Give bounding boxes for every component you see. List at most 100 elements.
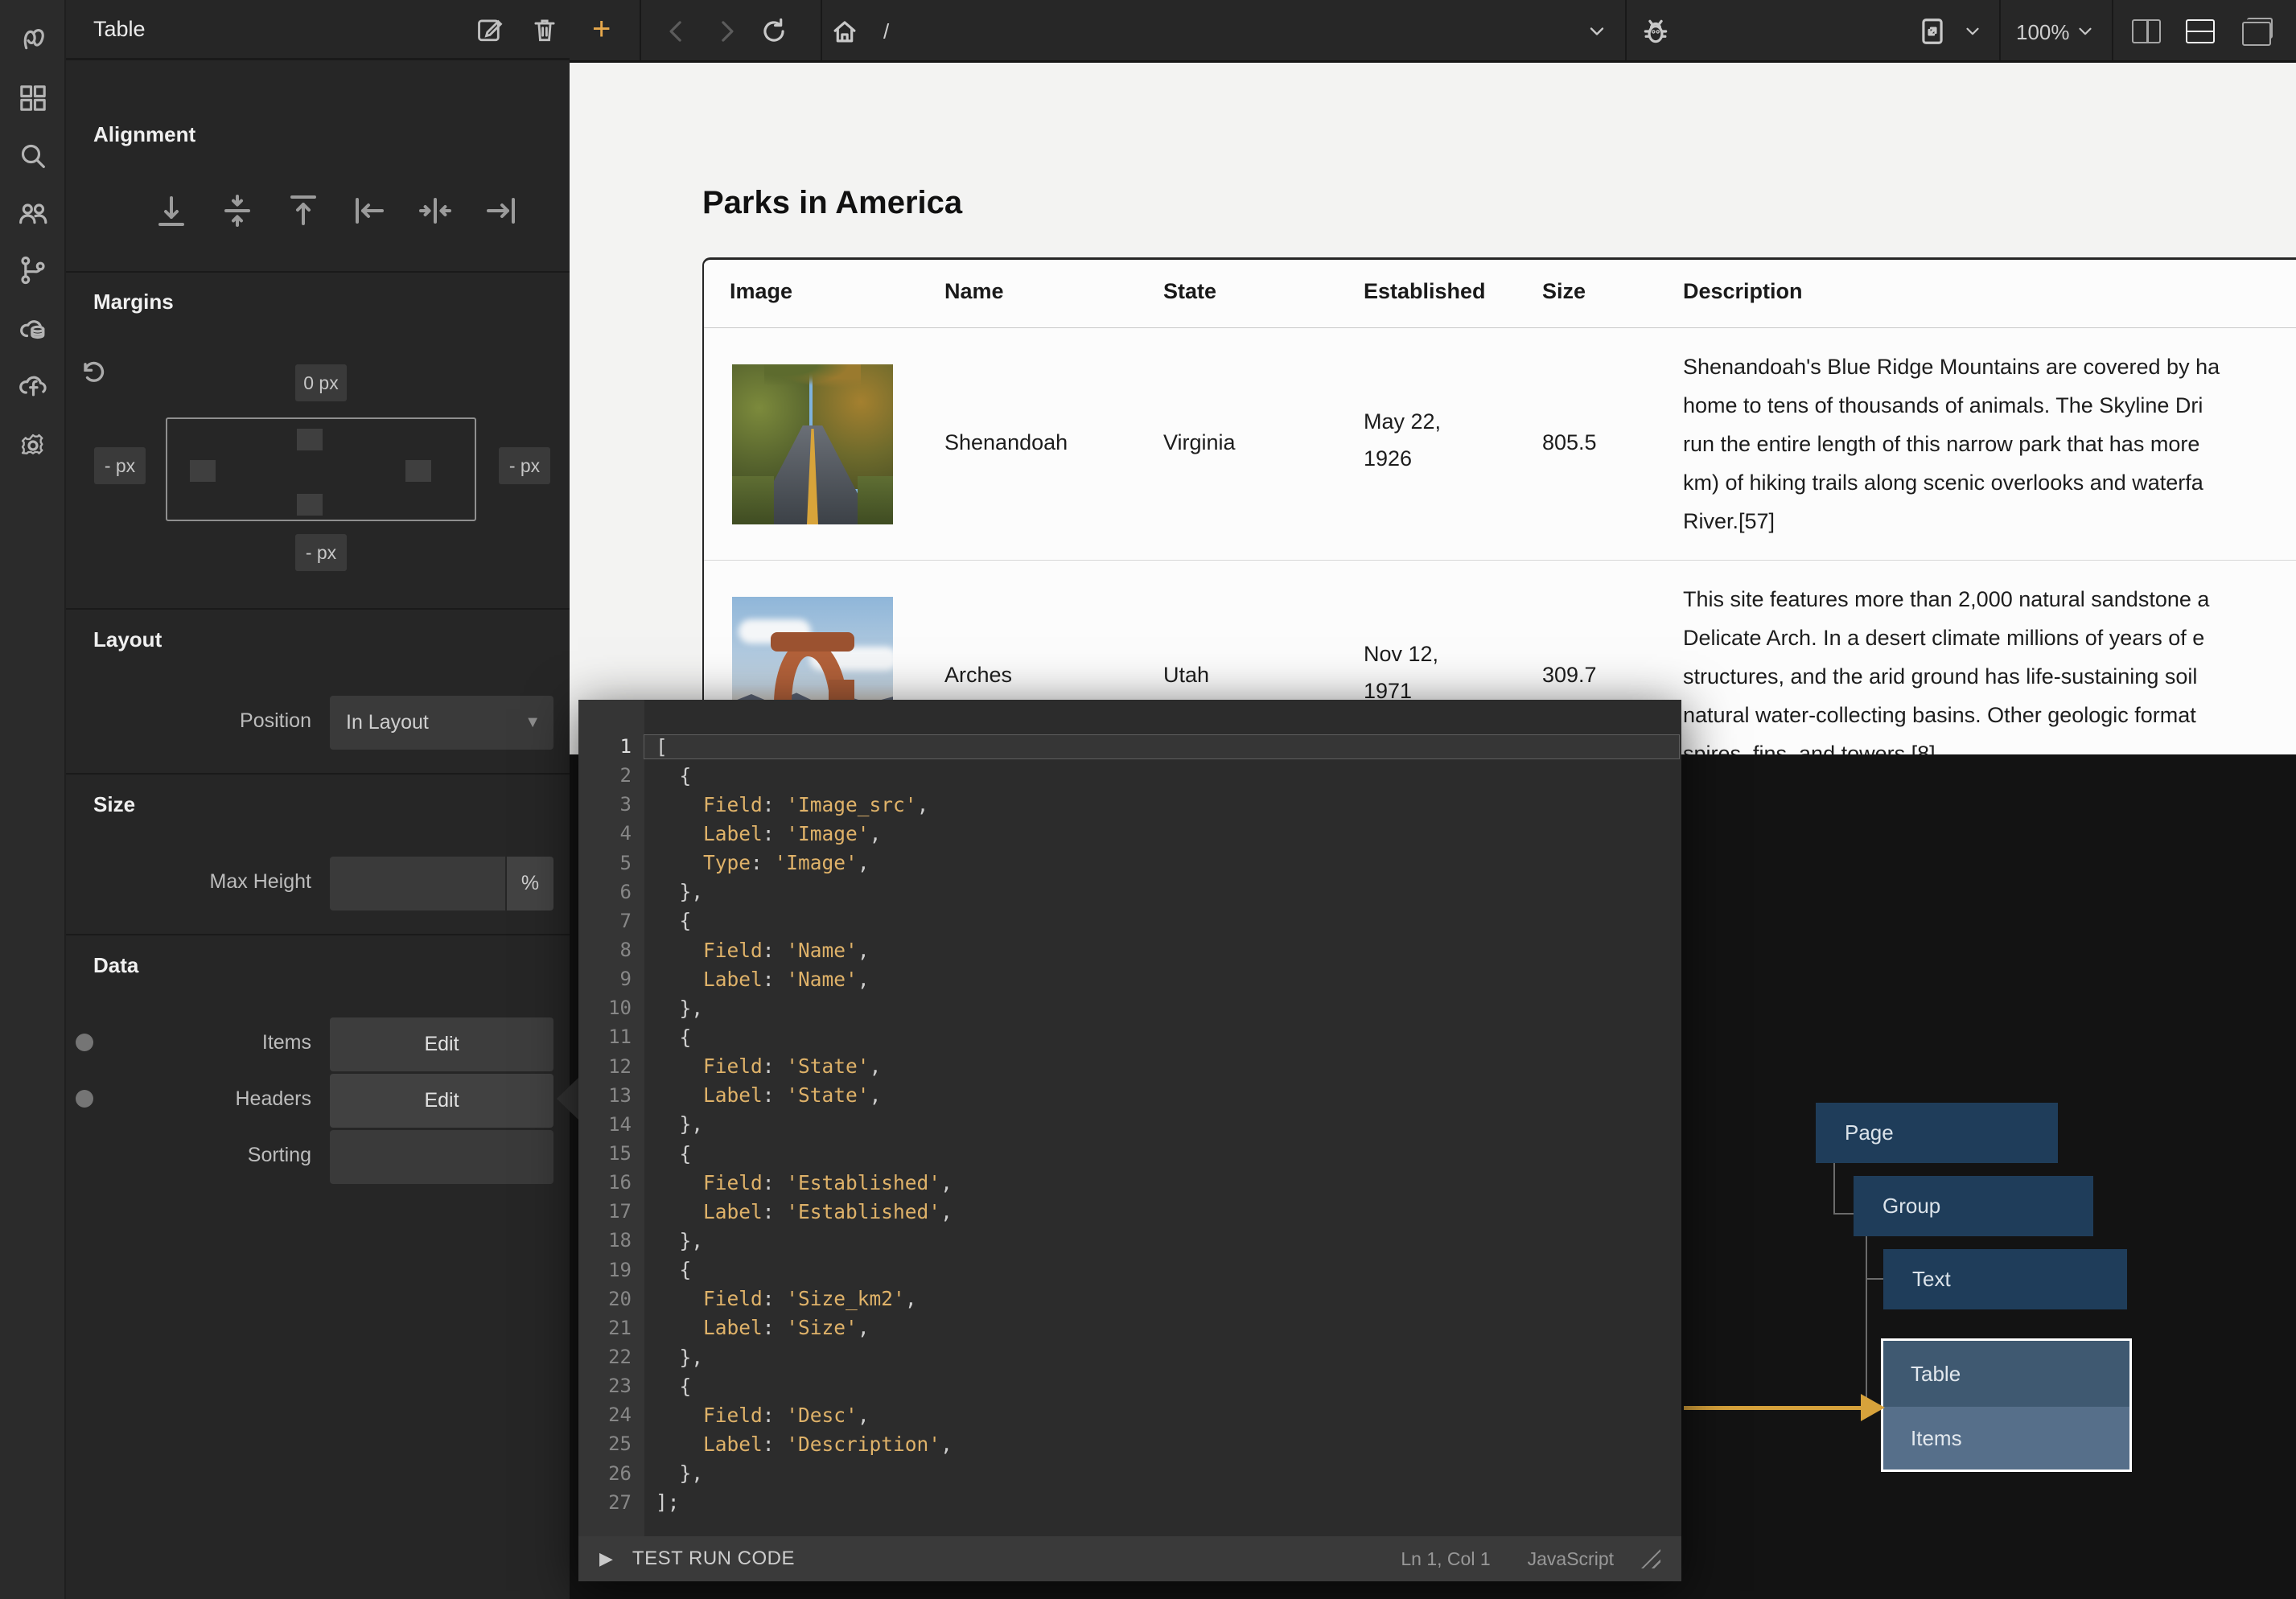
description-line: River.[57] <box>1683 502 2220 541</box>
margin-left-value[interactable]: - px <box>94 447 146 484</box>
line-number: 23 <box>578 1375 644 1397</box>
node-text[interactable]: Text <box>1883 1249 2127 1309</box>
settings-icon[interactable] <box>15 428 51 463</box>
url-path[interactable]: / <box>883 19 889 44</box>
node-label: Text <box>1912 1267 1951 1292</box>
resize-grip[interactable] <box>1641 1549 1660 1568</box>
code-line[interactable]: 11 { <box>578 1022 1681 1051</box>
add-component-button[interactable]: + <box>592 11 611 47</box>
code-line[interactable]: 19 { <box>578 1256 1681 1285</box>
description-line: natural water-collecting basins. Other g… <box>1683 696 2209 734</box>
code-line[interactable]: 20 Field: 'Size_km2', <box>578 1285 1681 1313</box>
margin-top-value[interactable]: 0 px <box>295 364 347 401</box>
sorting-label: Sorting <box>142 1144 311 1167</box>
back-icon[interactable] <box>660 14 695 49</box>
code-line[interactable]: 1[ <box>578 732 1681 761</box>
chevron-down-icon[interactable] <box>1955 14 1990 49</box>
items-edit-button[interactable]: Edit <box>330 1017 553 1071</box>
align-vertical-center-icon[interactable] <box>218 191 257 230</box>
headers-edit-button[interactable]: Edit <box>330 1074 553 1128</box>
edit-node-icon[interactable] <box>475 14 507 47</box>
cell-name: Shenandoah <box>944 430 1068 455</box>
align-left-icon[interactable] <box>350 191 389 230</box>
code-line[interactable]: 9 Label: 'Name', <box>578 964 1681 993</box>
code-line[interactable]: 4 Label: 'Image', <box>578 819 1681 848</box>
home-icon[interactable] <box>827 14 862 49</box>
cloud-data-icon[interactable] <box>15 312 51 347</box>
code-line[interactable]: 24 Field: 'Desc', <box>578 1400 1681 1429</box>
margin-top-handle[interactable] <box>297 429 323 450</box>
align-right-icon[interactable] <box>482 191 521 230</box>
float-windows-icon[interactable] <box>2242 22 2271 46</box>
collaboration-icon[interactable] <box>15 195 51 231</box>
max-height-input[interactable] <box>330 857 505 910</box>
code-line[interactable]: 23 { <box>578 1371 1681 1400</box>
delete-node-icon[interactable] <box>529 14 562 47</box>
debug-icon[interactable] <box>1638 14 1673 49</box>
viewport-size-icon[interactable] <box>1915 14 1950 49</box>
margin-bottom-handle[interactable] <box>297 494 323 516</box>
position-select[interactable]: In Layout ▼ <box>330 696 553 750</box>
code-line[interactable]: 14 }, <box>578 1110 1681 1139</box>
align-horizontal-center-icon[interactable] <box>416 191 455 230</box>
code-line[interactable]: 15 { <box>578 1139 1681 1168</box>
code-line[interactable]: 16 Field: 'Established', <box>578 1168 1681 1197</box>
code-line[interactable]: 26 }, <box>578 1459 1681 1488</box>
zoom-level[interactable]: 100% <box>2016 20 2070 45</box>
reload-icon[interactable] <box>756 14 792 49</box>
margins-section-label: Margins <box>93 290 174 314</box>
headers-port-dot[interactable] <box>76 1090 93 1108</box>
search-icon[interactable] <box>15 138 51 174</box>
code-line[interactable]: 17 Label: 'Established', <box>578 1197 1681 1226</box>
code-line[interactable]: 10 }, <box>578 993 1681 1022</box>
code-line[interactable]: 2 { <box>578 761 1681 790</box>
margin-bottom-value[interactable]: - px <box>295 534 347 571</box>
code-line[interactable]: 6 }, <box>578 878 1681 906</box>
margin-left-handle[interactable] <box>190 460 216 482</box>
run-icon[interactable]: ▶ <box>599 1548 613 1569</box>
code-line[interactable]: 18 }, <box>578 1226 1681 1255</box>
node-page[interactable]: Page <box>1816 1103 2058 1163</box>
code-line[interactable]: 25 Label: 'Description', <box>578 1429 1681 1458</box>
language-label[interactable]: JavaScript <box>1528 1548 1614 1570</box>
connection-arrow-icon <box>1861 1394 1885 1421</box>
code-line[interactable]: 21 Label: 'Size', <box>578 1313 1681 1342</box>
test-run-code-button[interactable]: TEST RUN CODE <box>632 1548 795 1570</box>
cell-name: Arches <box>944 663 1012 688</box>
code-line[interactable]: 13 Label: 'State', <box>578 1081 1681 1110</box>
connection-wire[interactable] <box>1684 1406 1862 1410</box>
chevron-down-icon[interactable] <box>1579 14 1615 49</box>
code-line[interactable]: 5 Type: 'Image', <box>578 849 1681 878</box>
reset-icon[interactable] <box>77 356 113 391</box>
node-table-items-port[interactable]: Items <box>1883 1407 2129 1470</box>
description-line: structures, and the arid ground has life… <box>1683 657 2209 696</box>
components-icon[interactable] <box>15 80 51 116</box>
chevron-down-icon[interactable] <box>2068 14 2103 49</box>
line-number: 17 <box>578 1200 644 1223</box>
align-top-icon[interactable] <box>284 191 323 230</box>
split-columns-icon[interactable] <box>2132 19 2161 43</box>
cloud-functions-icon[interactable] <box>15 368 51 404</box>
items-port-dot[interactable] <box>76 1034 93 1051</box>
code-line[interactable]: 22 }, <box>578 1342 1681 1371</box>
code-line[interactable]: 7 { <box>578 906 1681 935</box>
line-number: 26 <box>578 1462 644 1485</box>
align-bottom-icon[interactable] <box>152 191 191 230</box>
code-line[interactable]: 8 Field: 'Name', <box>578 935 1681 964</box>
forward-icon[interactable] <box>708 14 743 49</box>
max-height-unit-button[interactable]: % <box>507 857 553 910</box>
split-rows-icon[interactable] <box>2186 19 2215 43</box>
sorting-input[interactable] <box>330 1130 553 1184</box>
column-header-name: Name <box>944 279 1004 304</box>
line-number: 6 <box>578 881 644 903</box>
margin-right-value[interactable]: - px <box>499 447 550 484</box>
code-line[interactable]: 27]; <box>578 1488 1681 1517</box>
code-line[interactable]: 3 Field: 'Image_src', <box>578 790 1681 819</box>
version-control-icon[interactable] <box>15 253 51 288</box>
code-line[interactable]: 12 Field: 'State', <box>578 1052 1681 1081</box>
node-table-selected[interactable]: Table Items <box>1881 1338 2132 1472</box>
node-group[interactable]: Group <box>1854 1176 2093 1236</box>
node-table-header[interactable]: Table <box>1883 1341 2129 1407</box>
margin-right-handle[interactable] <box>405 460 431 482</box>
panel-header: Table <box>66 0 570 60</box>
